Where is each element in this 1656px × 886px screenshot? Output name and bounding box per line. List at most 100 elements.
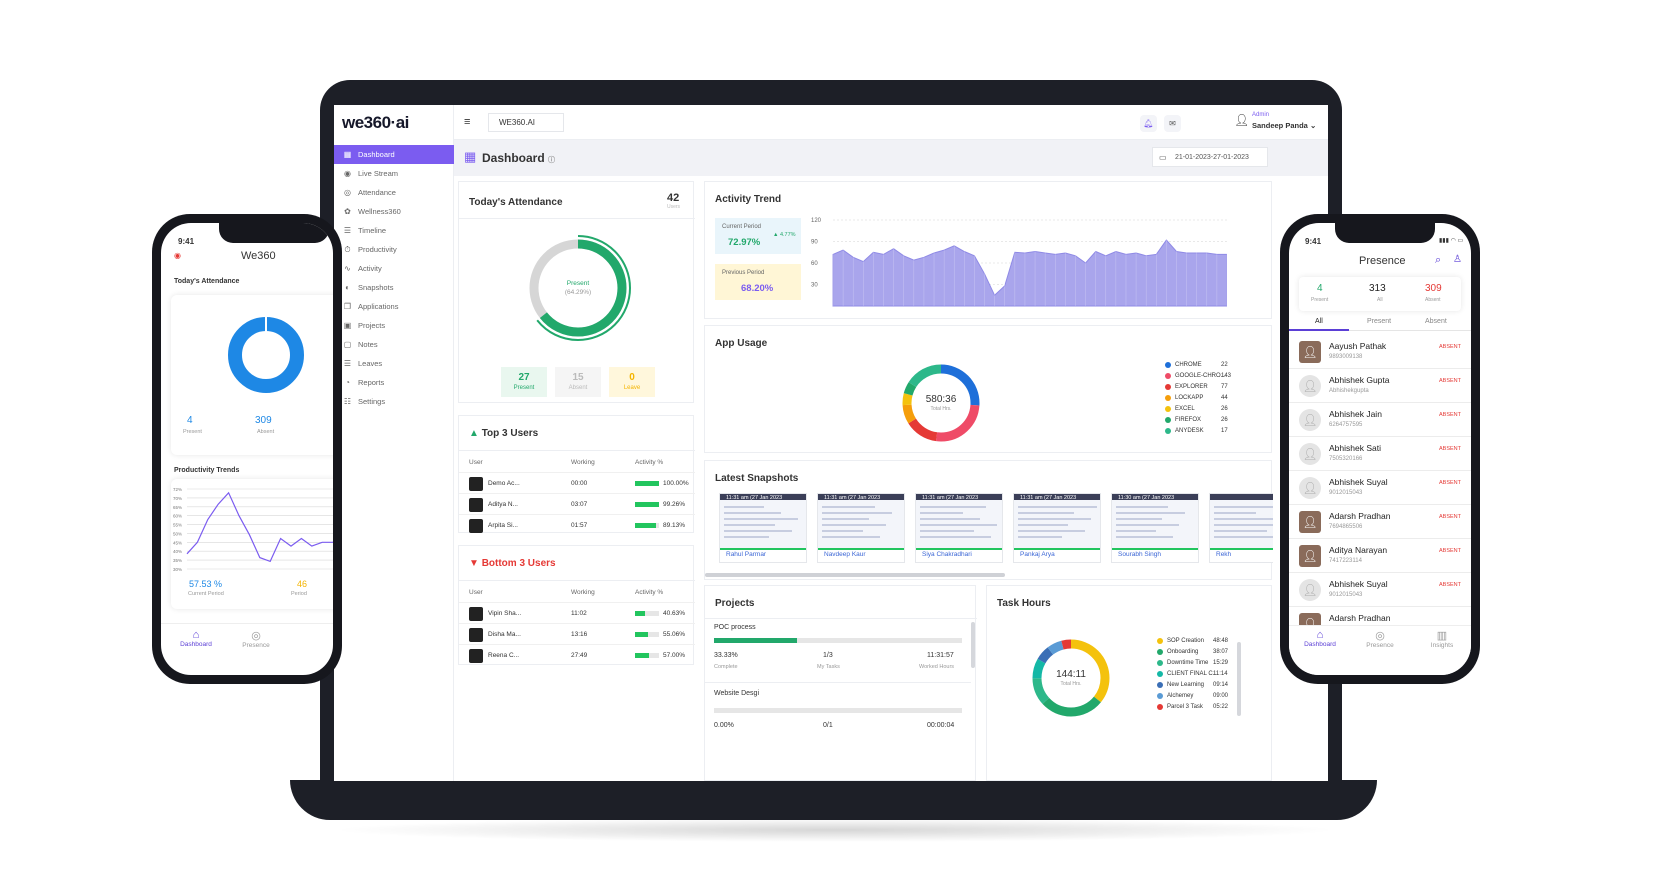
activity-bar bbox=[635, 653, 659, 658]
user-name[interactable]: Aditya N... bbox=[488, 501, 518, 508]
snapshot-thumb[interactable]: 11:31 am (27 Jan 2023 Siya Chakradhari bbox=[915, 493, 1003, 563]
snapshot-thumb[interactable]: 11:31 am (27 Jan 2023 Pankaj Arya bbox=[1013, 493, 1101, 563]
sidebar-item-productivity[interactable]: ⏱ Productivity bbox=[334, 240, 454, 259]
search-icon[interactable]: ⌕ bbox=[1435, 254, 1441, 267]
list-item[interactable]: 👤︎ Abhishek Gupta Abhishekgupta ABSENT bbox=[1289, 369, 1471, 403]
user-name[interactable]: Disha Ma... bbox=[488, 631, 521, 638]
sidebar-item-reports[interactable]: ◔ Reports bbox=[334, 373, 454, 392]
snapshot-user[interactable]: Navdeep Kaur bbox=[824, 551, 866, 558]
snapshot-user[interactable]: Rekh bbox=[1216, 551, 1231, 558]
list-item[interactable]: 👤︎ Abhishek Sati 7505320166 ABSENT bbox=[1289, 437, 1471, 471]
user-icon[interactable]: ♙ bbox=[1453, 254, 1462, 265]
legend-value: 48:48 bbox=[1213, 638, 1229, 644]
sidebar-item-timeline[interactable]: ☰ Timeline bbox=[334, 221, 454, 240]
arrow-down-icon: ▼ bbox=[469, 558, 479, 569]
nav-insights[interactable]: ▥ Insights bbox=[1417, 629, 1467, 649]
donut-label: Present bbox=[566, 280, 590, 287]
snapshot-thumb[interactable]: Rekh bbox=[1209, 493, 1273, 563]
user-name[interactable]: Reena C... bbox=[488, 652, 519, 659]
col-working: Working bbox=[571, 589, 595, 596]
snapshot-thumb[interactable]: 11:31 am (27 Jan 2023 Navdeep Kaur bbox=[817, 493, 905, 563]
phone-attendance-donut bbox=[228, 317, 304, 393]
snapshot-image[interactable] bbox=[1210, 494, 1273, 548]
sidebar-item-applications[interactable]: ❐ Applications bbox=[334, 297, 454, 316]
activity-bar-fill bbox=[635, 611, 645, 616]
sidebar-item-leaves[interactable]: ☰ Leaves bbox=[334, 354, 454, 373]
list-item[interactable]: 👤︎ Aayush Pathak 9893009138 ABSENT bbox=[1289, 335, 1471, 369]
project-name[interactable]: POC process bbox=[714, 624, 756, 631]
sidebar-item-live-stream[interactable]: ◉ Live Stream bbox=[334, 164, 454, 183]
snapshot-image[interactable]: 11:31 am (27 Jan 2023 bbox=[818, 494, 904, 548]
legend-dot bbox=[1157, 693, 1163, 699]
snapshot-user[interactable]: Sourabh Singh bbox=[1118, 551, 1161, 558]
status-time: 9:41 bbox=[1305, 237, 1322, 246]
legend-value: 15:29 bbox=[1213, 660, 1229, 666]
user-name[interactable]: Arpita Si... bbox=[488, 522, 518, 529]
sidebar-item-notes[interactable]: ▢ Notes bbox=[334, 335, 454, 354]
sidebar-item-dashboard[interactable]: ▦ Dashboard bbox=[334, 145, 454, 164]
nav-dashboard[interactable]: ⌂ Dashboard bbox=[171, 629, 221, 648]
report-icon: ◔ bbox=[345, 378, 350, 387]
activity-pct: 100.00% bbox=[663, 480, 689, 487]
project-progress bbox=[714, 638, 962, 643]
sidebar-item-label: Productivity bbox=[358, 245, 397, 254]
list-item[interactable]: 👤︎ Adarsh Pradhan bbox=[1289, 607, 1471, 625]
snapshot-thumb[interactable]: 11:30 am (27 Jan 2023 Sourabh Singh bbox=[1111, 493, 1199, 563]
date-range-picker[interactable]: ▭ 21-01-2023-27-01-2023 bbox=[1152, 147, 1268, 167]
list-item[interactable]: 👤︎ Abhishek Suyal 9012015043 ABSENT bbox=[1289, 471, 1471, 505]
list-item[interactable]: 👤︎ Abhishek Jain 6264757595 ABSENT bbox=[1289, 403, 1471, 437]
table-row: Arpita Si... 01:57 89.13% bbox=[459, 514, 695, 535]
snapshot-image[interactable]: 11:31 am (27 Jan 2023 bbox=[1014, 494, 1100, 548]
snapshot-activity-line bbox=[720, 548, 806, 550]
sidebar-item-activity[interactable]: ∿ Activity bbox=[334, 259, 454, 278]
list-item[interactable]: 👤︎ Aditya Narayan 7417223114 ABSENT bbox=[1289, 539, 1471, 573]
org-selector[interactable]: WE360.AI bbox=[488, 113, 564, 132]
tab-absent[interactable]: Absent bbox=[1425, 318, 1447, 325]
present-outline bbox=[525, 235, 631, 341]
user-name[interactable]: Demo Ac... bbox=[488, 480, 520, 487]
user-avatar[interactable]: 👤︎ bbox=[1234, 113, 1249, 129]
snapshots-scrollbar[interactable] bbox=[705, 573, 1005, 577]
sidebar-item-wellness360[interactable]: ✿ Wellness360 bbox=[334, 202, 454, 221]
trend-area bbox=[832, 239, 1227, 307]
snapshot-user[interactable]: Rahul Parmar bbox=[726, 551, 766, 558]
chat-icon[interactable]: ✉ bbox=[1164, 115, 1181, 132]
sidebar-item-projects[interactable]: ▣ Projects bbox=[334, 316, 454, 335]
snapshot-image[interactable]: 11:31 am (27 Jan 2023 bbox=[916, 494, 1002, 548]
laptop-base bbox=[290, 780, 1377, 820]
snapshot-user[interactable]: Pankaj Arya bbox=[1020, 551, 1055, 558]
snapshot-image[interactable]: 11:31 am (27 Jan 2023 bbox=[720, 494, 806, 548]
status-badge: ABSENT bbox=[1438, 412, 1461, 418]
attendance-card: Today's Attendance 42 Users Present (64.… bbox=[458, 181, 695, 403]
snapshot-user[interactable]: Siya Chakradhari bbox=[922, 551, 972, 558]
snapshot-time: 11:31 am (27 Jan 2023 bbox=[922, 495, 979, 501]
snapshot-image[interactable]: 11:30 am (27 Jan 2023 bbox=[1112, 494, 1198, 548]
project-name[interactable]: Website Desgi bbox=[714, 690, 759, 697]
bell-icon[interactable]: 🔔︎ bbox=[1140, 115, 1157, 132]
list-item[interactable]: 👤︎ Adarsh Pradhan 7694865506 ABSENT bbox=[1289, 505, 1471, 539]
snapshot-time: 11:31 am (27 Jan 2023 bbox=[824, 495, 881, 501]
legend-dot bbox=[1157, 638, 1163, 644]
y-tick-label: 55% bbox=[173, 523, 182, 528]
current-period-box: Current Period 72.97% ▲ 4.77% bbox=[715, 218, 801, 254]
menu-icon[interactable]: ≡ bbox=[464, 116, 470, 128]
sidebar-item-settings[interactable]: ☷ Settings bbox=[334, 392, 454, 411]
table-row: Demo Ac... 00:00 100.00% bbox=[459, 472, 695, 493]
col-activity: Activity % bbox=[635, 589, 664, 596]
user-name[interactable]: Sandeep Panda ⌄ bbox=[1252, 121, 1316, 130]
activity-bar-fill bbox=[635, 502, 659, 507]
y-tick-label: 40% bbox=[173, 549, 182, 554]
sidebar-item-attendance[interactable]: ◎ Attendance bbox=[334, 183, 454, 202]
user-name[interactable]: Vipin Sha... bbox=[488, 610, 521, 617]
sidebar-item-snapshots[interactable]: ◐ Snapshots bbox=[334, 278, 454, 297]
nav-presence[interactable]: ◎ Presence bbox=[231, 629, 281, 649]
list-item[interactable]: 👤︎ Abhishek Suyal 9012015043 ABSENT bbox=[1289, 573, 1471, 607]
snapshot-thumb[interactable]: 11:31 am (27 Jan 2023 Rahul Parmar bbox=[719, 493, 807, 563]
task-scrollbar[interactable] bbox=[1237, 642, 1241, 716]
activity-bar bbox=[635, 632, 659, 637]
nav-dashboard[interactable]: ⌂ Dashboard bbox=[1295, 629, 1345, 648]
projects-scrollbar[interactable] bbox=[971, 622, 975, 668]
tab-present[interactable]: Present bbox=[1367, 318, 1391, 325]
tab-all[interactable]: All bbox=[1315, 318, 1323, 325]
nav-presence[interactable]: ◎ Presence bbox=[1355, 629, 1405, 649]
